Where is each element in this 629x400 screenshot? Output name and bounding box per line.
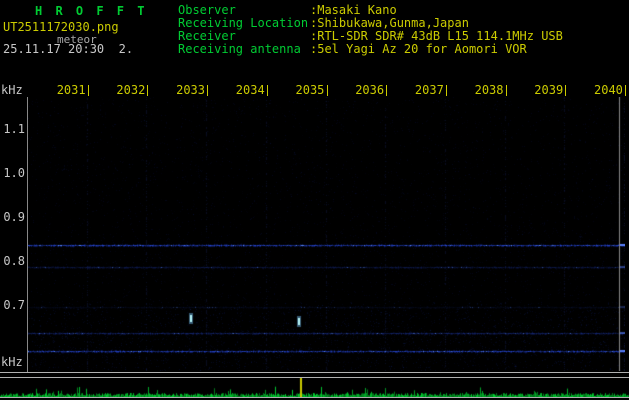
station-info: Observer:Masaki Kano Receiving Location:… — [178, 4, 563, 56]
freq-tick-label: 0.7 — [3, 298, 25, 312]
time-tick-label: 2035 — [295, 83, 325, 97]
time-axis: 2031 2032 2033 2034 2035 2036 2037 2038 2039 2040 — [0, 84, 629, 97]
info-value: :5el Yagi Az 20 for Aomori VOR — [310, 42, 527, 56]
time-tick-label: 2037 — [414, 83, 444, 97]
info-row: Receiving antenna :5el Yagi Az 20 for Aom… — [178, 43, 563, 56]
time-tick-label: 2039 — [534, 83, 564, 97]
time-tick-mark — [87, 85, 89, 96]
info-value: :Masaki Kano — [310, 3, 397, 17]
datetime-text: 25.11.17 20:30 2. — [3, 42, 134, 56]
time-tick-label: 2033 — [176, 83, 205, 97]
time-tick-mark — [625, 85, 626, 96]
app-title: H R O F F T — [35, 4, 148, 18]
time-tick-mark — [505, 85, 507, 96]
time-tick-label: 2032 — [116, 83, 146, 97]
freq-tick-label: 0.8 — [3, 254, 25, 268]
freq-tick-label: 0.9 — [3, 210, 25, 224]
time-tick-label: 2034 — [235, 83, 265, 97]
plot-left-border — [27, 97, 28, 372]
time-tick-label: 2040 — [594, 83, 623, 97]
time-tick-mark — [445, 85, 447, 96]
time-tick-label: 2031 — [56, 83, 86, 97]
freq-unit-label-top: kHz — [1, 83, 23, 97]
time-tick-mark — [207, 85, 209, 96]
time-tick-label: 2038 — [474, 83, 504, 97]
spectrogram-canvas — [28, 97, 625, 371]
time-tick-mark — [326, 85, 328, 96]
info-value: :Shibukawa,Gunma,Japan — [310, 16, 469, 30]
freq-unit-label-bottom: kHz — [1, 355, 23, 369]
time-tick-mark — [147, 85, 149, 96]
freq-tick-label: 1.1 — [3, 122, 25, 136]
freq-tick-label: 1.0 — [3, 166, 25, 180]
time-tick-label: 2036 — [355, 83, 385, 97]
info-value: :RTL-SDR SDR# 43dB L15 114.1MHz USB — [310, 29, 563, 43]
hrofft-screen: H R O F F T UT2511172030.png meteor 25.1… — [0, 0, 629, 400]
noise-strip — [0, 377, 629, 398]
info-label: Receiving antenna — [178, 42, 301, 56]
freq-axis: kHz 1.1 1.0 0.9 0.8 0.7 kHz — [0, 84, 27, 374]
time-tick-mark — [565, 85, 567, 96]
plot-bottom-line — [0, 372, 629, 373]
noise-strip-canvas — [0, 378, 629, 397]
time-tick-mark — [266, 85, 268, 96]
time-tick-mark — [386, 85, 388, 96]
